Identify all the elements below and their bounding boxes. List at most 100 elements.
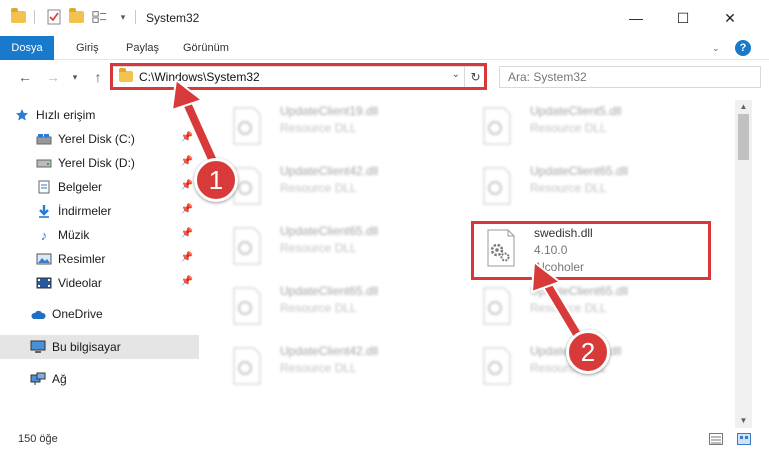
search-input[interactable] [500,67,760,87]
sidebar-item-label: Bu bilgisayar [52,340,121,354]
dll-file-icon [233,227,261,265]
file-description: Resource DLL [530,181,607,195]
folder-icon [10,8,26,25]
file-name: UpdateClient65.dll [530,164,629,178]
file-description: Resource DLL [280,361,357,375]
tab-share[interactable]: Paylaş [126,36,159,60]
pin-icon[interactable]: 📌 [181,252,193,263]
dll-file-icon [233,287,261,325]
chevron-down-icon[interactable]: ▾ [115,9,131,25]
sidebar-item-quick-access[interactable]: Hızlı erişim [14,103,199,127]
details-view-icon[interactable] [709,433,723,445]
item-count: 150 öğe [18,433,58,445]
ribbon-tabs: Dosya Giriş Paylaş Görünüm ⌄ ? [0,36,769,60]
vertical-scrollbar[interactable]: ▲ ▼ [735,100,752,428]
status-bar: 150 öğe [0,428,769,468]
file-item[interactable]: UpdateClient65.dll Resource DLL [468,282,708,328]
recent-locations-icon[interactable]: ▾ [66,68,84,86]
file-item[interactable]: UpdateClient65.dll Resource DLL [218,282,458,328]
file-item[interactable]: UpdateClient65.dll Resource DLL [468,162,708,208]
dll-file-icon [233,347,261,385]
sidebar-item-label: Belgeler [58,180,103,194]
video-icon [36,275,52,291]
large-icons-view-icon[interactable] [737,433,751,445]
sidebar-item-music[interactable]: ♪ Müzik 📌 [36,223,199,247]
download-icon [36,203,52,219]
sidebar-item-documents[interactable]: Belgeler 📌 [36,175,199,199]
sidebar-item-this-pc[interactable]: Bu bilgisayar [0,335,199,359]
file-item[interactable]: UpdateClient65.dll Resource DLL [218,222,458,268]
search-box[interactable] [499,66,761,88]
file-name: UpdateClient65.dll [280,284,379,298]
pin-icon[interactable]: 📌 [181,228,193,239]
file-description: Resource DLL [530,301,607,315]
sidebar-item-pictures[interactable]: Resimler 📌 [36,247,199,271]
properties-icon[interactable] [46,9,62,25]
close-button[interactable]: ✕ [707,0,753,36]
address-highlight-box [110,63,487,90]
scrollbar-thumb[interactable] [738,114,749,160]
pin-icon[interactable]: 📌 [181,132,193,143]
file-item[interactable]: UpdateClient42.dll Resource DLL [218,342,458,388]
separator [34,10,35,24]
file-item[interactable]: UpdateClient5.dll Resource DLL [468,102,708,148]
customize-toolbar-icon[interactable] [92,9,108,25]
step-marker-2: 2 [566,330,610,374]
dll-file-icon [483,287,511,325]
sidebar-item-local-disk-c[interactable]: Yerel Disk (C:) 📌 [36,127,199,151]
file-highlight-box [471,221,711,280]
up-arrow-icon[interactable]: ↑ [89,68,107,86]
title-bar: ▾ System32 — ☐ ✕ [0,0,769,36]
star-icon [14,107,30,123]
tab-view[interactable]: Görünüm [183,36,229,60]
sidebar-item-label: Resimler [58,252,106,266]
pin-icon[interactable]: 📌 [181,156,193,167]
new-folder-icon[interactable] [68,8,84,25]
sidebar-item-label: Ağ [52,372,67,386]
tab-home[interactable]: Giriş [76,36,99,60]
pin-icon[interactable]: 📌 [181,204,193,215]
pictures-icon [36,251,52,267]
step-marker-1: 1 [194,158,238,202]
file-description: Resource DLL [530,121,607,135]
dll-file-icon [483,347,511,385]
document-icon [36,179,52,195]
sidebar-item-label: İndirmeler [58,204,112,218]
help-icon[interactable]: ? [735,40,751,56]
cloud-icon [30,306,46,322]
network-icon [30,371,46,387]
sidebar-item-downloads[interactable]: İndirmeler 📌 [36,199,199,223]
drive-icon [36,131,52,147]
scroll-up-icon[interactable]: ▲ [735,100,752,114]
dll-file-icon [483,167,511,205]
file-description: Resource DLL [280,181,357,195]
sidebar-item-videos[interactable]: Videolar 📌 [36,271,199,295]
window-title: System32 [146,11,200,25]
pin-icon[interactable]: 📌 [181,276,193,287]
drive-icon [36,155,52,171]
file-description: Resource DLL [280,121,357,135]
forward-arrow-icon[interactable]: → [44,68,62,86]
sidebar-item-onedrive[interactable]: OneDrive [30,302,199,326]
tab-file[interactable]: Dosya [0,36,54,60]
file-description: Resource DLL [280,241,357,255]
sidebar-item-label: Müzik [58,228,90,242]
file-item[interactable]: UpdateClient19.dll Resource DLL [218,102,458,148]
sidebar-item-local-disk-d[interactable]: Yerel Disk (D:) 📌 [36,151,199,175]
scroll-down-icon[interactable]: ▼ [735,414,752,428]
pin-icon[interactable]: 📌 [181,180,193,191]
file-item[interactable]: UpdateClient42.dll Resource DLL [218,162,458,208]
file-name: UpdateClient5.dll [530,104,622,118]
sidebar-item-label: Yerel Disk (C:) [58,132,135,146]
maximize-button[interactable]: ☐ [660,0,706,36]
sidebar-item-label: OneDrive [52,307,103,321]
music-icon: ♪ [40,227,48,243]
sidebar-item-network[interactable]: Ağ [30,367,199,391]
file-name: UpdateClient19.dll [280,104,379,118]
separator [135,10,136,24]
back-arrow-icon[interactable]: ← [16,68,34,86]
minimize-button[interactable]: — [613,0,659,36]
expand-ribbon-icon[interactable]: ⌄ [712,36,720,60]
sidebar-item-label: Yerel Disk (D:) [58,156,135,170]
file-description: Resource DLL [280,301,357,315]
